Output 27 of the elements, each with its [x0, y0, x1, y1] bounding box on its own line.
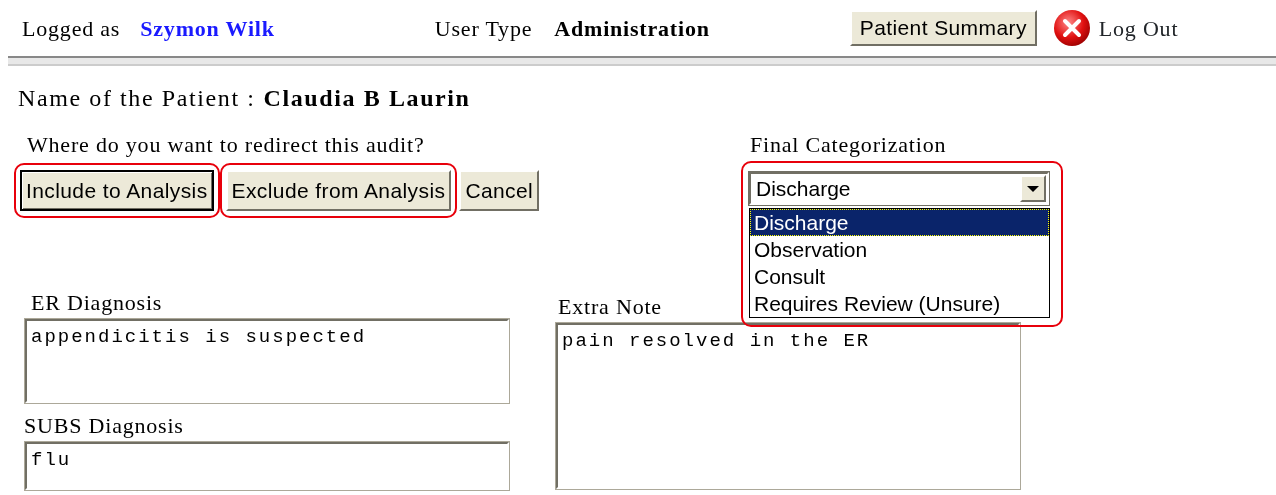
logged-as-label: Logged as: [22, 14, 121, 43]
dropdown-option[interactable]: Consult: [750, 263, 1049, 290]
close-icon[interactable]: [1052, 9, 1091, 47]
user-name: Szymon Wilk: [140, 14, 275, 43]
diagnosis-label: ER Diagnosis: [30, 289, 163, 318]
final-categorization-label: Final Categorization: [749, 131, 948, 159]
redirect-button[interactable]: Exclude from Analysis: [225, 170, 452, 212]
patient-name: Claudia B Laurin: [263, 84, 471, 113]
patient-summary-button[interactable]: Patient Summary: [849, 10, 1037, 46]
redirect-button[interactable]: Include to Analysis: [20, 170, 214, 212]
user-type-label: User Type: [434, 14, 533, 43]
diagnosis-label: SUBS Diagnosis: [24, 412, 184, 441]
extra-note-label: Extra Note: [557, 293, 662, 322]
diagnosis-field[interactable]: flu: [25, 442, 509, 491]
patient-name-label: Name of the Patient :: [18, 84, 256, 113]
redirect-button[interactable]: Cancel: [459, 170, 540, 212]
dropdown-option[interactable]: Requires Review (Unsure): [750, 290, 1049, 317]
dropdown-option[interactable]: Discharge: [750, 209, 1049, 236]
diagnosis-field[interactable]: appendicitis is suspected: [25, 319, 509, 404]
extra-note-field[interactable]: pain resolved in the ER: [556, 323, 1020, 490]
redirect-question: Where do you want to redirect this audit?: [26, 131, 426, 159]
dropdown-option[interactable]: Observation: [750, 236, 1049, 263]
user-type-value: Administration: [554, 14, 710, 43]
category-dropdown[interactable]: Discharge: [749, 172, 1049, 205]
logout-link[interactable]: Log Out: [1098, 11, 1179, 45]
caret-icon: [1027, 185, 1039, 192]
dropdown-arrow-button[interactable]: [1020, 175, 1046, 202]
